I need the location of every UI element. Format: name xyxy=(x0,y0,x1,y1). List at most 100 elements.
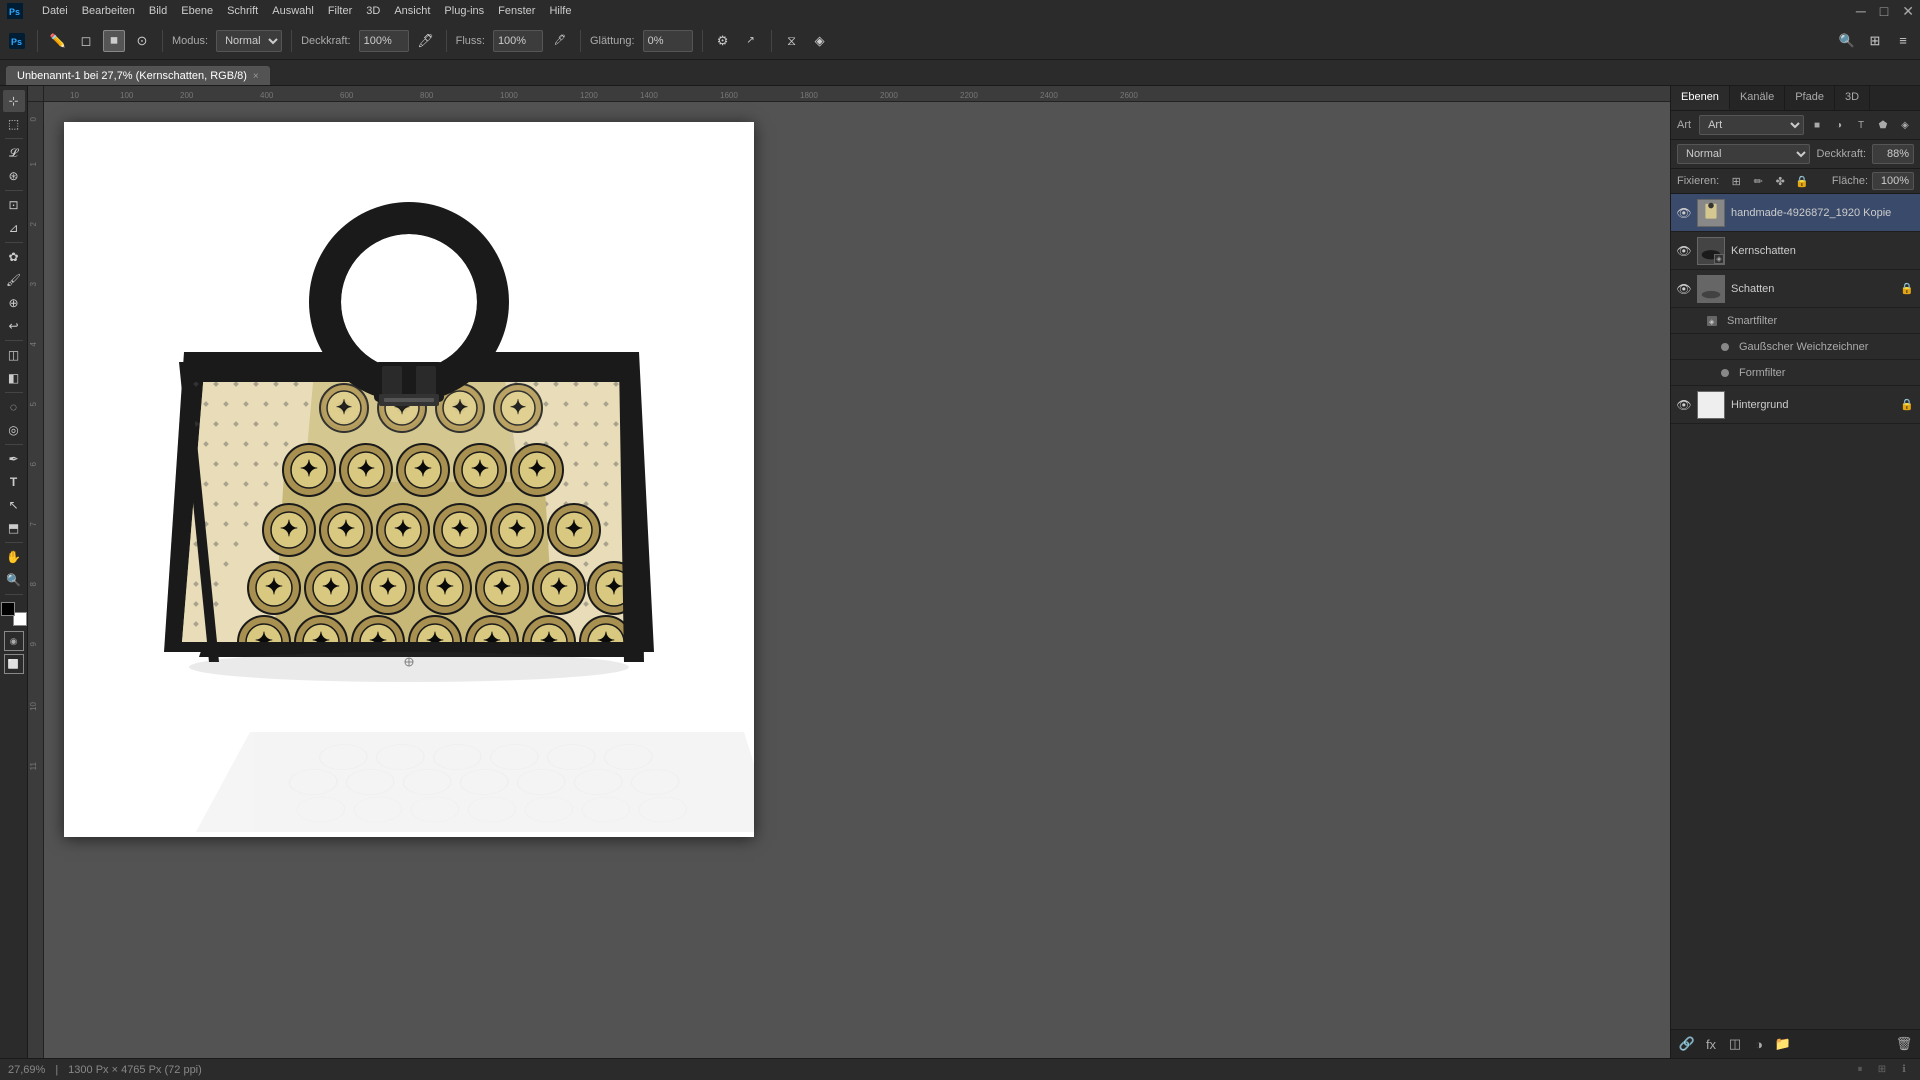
eyedropper-tool[interactable]: ⊿ xyxy=(3,217,25,239)
lock-paint-btn[interactable]: ✏ xyxy=(1749,172,1767,190)
close-button[interactable]: ✕ xyxy=(1902,3,1914,20)
layer-icon-smart[interactable]: ◈ xyxy=(1896,116,1914,134)
add-fill-btn[interactable]: ◑ xyxy=(1749,1034,1769,1054)
history-tool[interactable]: ↩ xyxy=(3,315,25,337)
shape-tool[interactable]: ⬒ xyxy=(3,517,25,539)
layer-type-select[interactable]: Art xyxy=(1699,115,1804,135)
menu-bild[interactable]: Bild xyxy=(149,5,167,17)
more-icon[interactable]: ≡ xyxy=(1892,30,1914,52)
gauss-blur-item[interactable]: Gaußscher Weichzeichner xyxy=(1671,334,1920,360)
brush-tool-icon[interactable]: ✏️ xyxy=(47,30,69,52)
smartfilter-item[interactable]: ◈ Smartfilter xyxy=(1671,308,1920,334)
crop-tool[interactable]: ⊡ xyxy=(3,194,25,216)
tab-3d[interactable]: 3D xyxy=(1835,86,1870,110)
layer-item-hintergrund[interactable]: 👁 Hintergrund 🔒 xyxy=(1671,386,1920,424)
settings-icon[interactable]: ⚙ xyxy=(712,30,734,52)
minimize-button[interactable]: ─ xyxy=(1856,3,1866,20)
layer-thumb-1 xyxy=(1697,199,1725,227)
active-tab[interactable]: Unbenannt-1 bei 27,7% (Kernschatten, RGB… xyxy=(6,66,270,85)
flaeche-input[interactable] xyxy=(1872,172,1914,190)
modus-select[interactable]: Normal xyxy=(216,30,282,52)
menu-auswahl[interactable]: Auswahl xyxy=(272,5,314,17)
blur-tool[interactable]: ◌ xyxy=(3,396,25,418)
formfilter-item[interactable]: Formfilter xyxy=(1671,360,1920,386)
tab-ebenen[interactable]: Ebenen xyxy=(1671,86,1730,110)
hand-tool[interactable]: ✋ xyxy=(3,546,25,568)
fluss-input[interactable] xyxy=(493,30,543,52)
pen-tool[interactable]: ✒ xyxy=(3,448,25,470)
home-tool[interactable]: Ps xyxy=(6,30,28,52)
clone-tool[interactable]: ⊕ xyxy=(3,292,25,314)
add-group-btn[interactable]: 📁 xyxy=(1773,1034,1793,1054)
gradient-tool[interactable]: ◧ xyxy=(3,367,25,389)
blend-mode-select[interactable]: Normal xyxy=(1677,144,1810,164)
angle-icon[interactable]: ↗ xyxy=(740,30,762,52)
layer-vis-4[interactable]: 👁 xyxy=(1677,398,1691,412)
layer-item-schatten[interactable]: 👁 Schatten 🔒 xyxy=(1671,270,1920,308)
eraser-tool-icon[interactable]: ◻ xyxy=(75,30,97,52)
menu-plugins[interactable]: Plug-ins xyxy=(444,5,484,17)
add-mask-btn[interactable]: ◫ xyxy=(1725,1034,1745,1054)
brush-tool[interactable]: 🖌 xyxy=(3,269,25,291)
text-tool[interactable]: T xyxy=(3,471,25,493)
foreground-color-swatch[interactable] xyxy=(1,602,15,616)
grid-btn[interactable]: ⊞ xyxy=(1874,1062,1890,1078)
menu-datei[interactable]: Datei xyxy=(42,5,68,17)
info-btn[interactable]: ℹ xyxy=(1896,1062,1912,1078)
quick-select-tool[interactable]: ⊛ xyxy=(3,165,25,187)
deckkraft-input[interactable] xyxy=(359,30,409,52)
spot-heal-tool[interactable]: ✿ xyxy=(3,246,25,268)
arrange-icon[interactable]: ⊞ xyxy=(1864,30,1886,52)
deckkraft-pen-icon[interactable]: 🖊 xyxy=(415,30,437,52)
screen-mode-btn[interactable]: ⬜ xyxy=(4,654,24,674)
add-style-btn[interactable]: fx xyxy=(1701,1034,1721,1054)
timeline-btn[interactable]: ⏸ xyxy=(1852,1062,1868,1078)
eraser-tool[interactable]: ◫ xyxy=(3,344,25,366)
deckkraft-value-input[interactable] xyxy=(1872,144,1914,164)
dodge-tool[interactable]: ◎ xyxy=(3,419,25,441)
menu-bearbeiten[interactable]: Bearbeiten xyxy=(82,5,135,17)
select-tool[interactable]: ⊹ xyxy=(3,90,25,112)
lock-pixels-btn[interactable]: ⊞ xyxy=(1727,172,1745,190)
delete-layer-btn[interactable]: 🗑 xyxy=(1894,1034,1914,1054)
layer-vis-3[interactable]: 👁 xyxy=(1677,282,1691,296)
fluss-pen-icon[interactable]: 🖊 xyxy=(549,30,571,52)
menu-ebene[interactable]: Ebene xyxy=(181,5,213,17)
tab-pfade[interactable]: Pfade xyxy=(1785,86,1835,110)
quick-mask-btn[interactable]: ◉ xyxy=(4,631,24,651)
search-icon[interactable]: 🔍 xyxy=(1836,30,1858,52)
menu-schrift[interactable]: Schrift xyxy=(227,5,258,17)
symmetry-icon[interactable]: ⧖ xyxy=(781,30,803,52)
layer-vis-1[interactable]: 👁 xyxy=(1677,206,1691,220)
menu-3d[interactable]: 3D xyxy=(366,5,380,17)
menu-ansicht[interactable]: Ansicht xyxy=(394,5,430,17)
tab-close-btn[interactable]: × xyxy=(253,71,259,82)
layer-item-handmade[interactable]: 👁 handmade-4926872_1920 Kopie xyxy=(1671,194,1920,232)
layer-icon-adj[interactable]: ◑ xyxy=(1830,116,1848,134)
lasso-tool[interactable]: 𝓛 xyxy=(3,142,25,164)
menu-fenster[interactable]: Fenster xyxy=(498,5,535,17)
pressure-tool-icon[interactable]: ⊙ xyxy=(131,30,153,52)
layer-icon-shape[interactable]: ⬟ xyxy=(1874,116,1892,134)
layer-vis-2[interactable]: 👁 xyxy=(1677,244,1691,258)
link-layers-btn[interactable]: 🔗 xyxy=(1677,1034,1697,1054)
layer-icon-solid[interactable]: ■ xyxy=(1808,116,1826,134)
layer-icon-text[interactable]: T xyxy=(1852,116,1870,134)
menu-filter[interactable]: Filter xyxy=(328,5,352,17)
background-color-swatch[interactable] xyxy=(13,612,27,626)
canvas-scroll[interactable]: 0 1 2 3 4 5 6 7 8 9 10 11 xyxy=(28,102,1670,1058)
select-rect-tool[interactable]: ⬚ xyxy=(3,113,25,135)
mask-tool-icon[interactable]: ◼ xyxy=(103,30,125,52)
path-select-tool[interactable]: ↖ xyxy=(3,494,25,516)
maximize-button[interactable]: □ xyxy=(1880,3,1888,20)
fg-bg-swatch[interactable] xyxy=(1,602,27,626)
reference-icon[interactable]: ◈ xyxy=(809,30,831,52)
layer-item-kernschatten[interactable]: 👁 ◈ Kernschatten xyxy=(1671,232,1920,270)
lock-position-btn[interactable]: ✤ xyxy=(1771,172,1789,190)
canvas[interactable]: ✿ ✿ ✿ xyxy=(64,122,754,837)
menu-hilfe[interactable]: Hilfe xyxy=(549,5,571,17)
lock-all-btn[interactable]: 🔒 xyxy=(1793,172,1811,190)
glaettung-input[interactable] xyxy=(643,30,693,52)
tab-kanale[interactable]: Kanäle xyxy=(1730,86,1785,110)
zoom-tool[interactable]: 🔍 xyxy=(3,569,25,591)
